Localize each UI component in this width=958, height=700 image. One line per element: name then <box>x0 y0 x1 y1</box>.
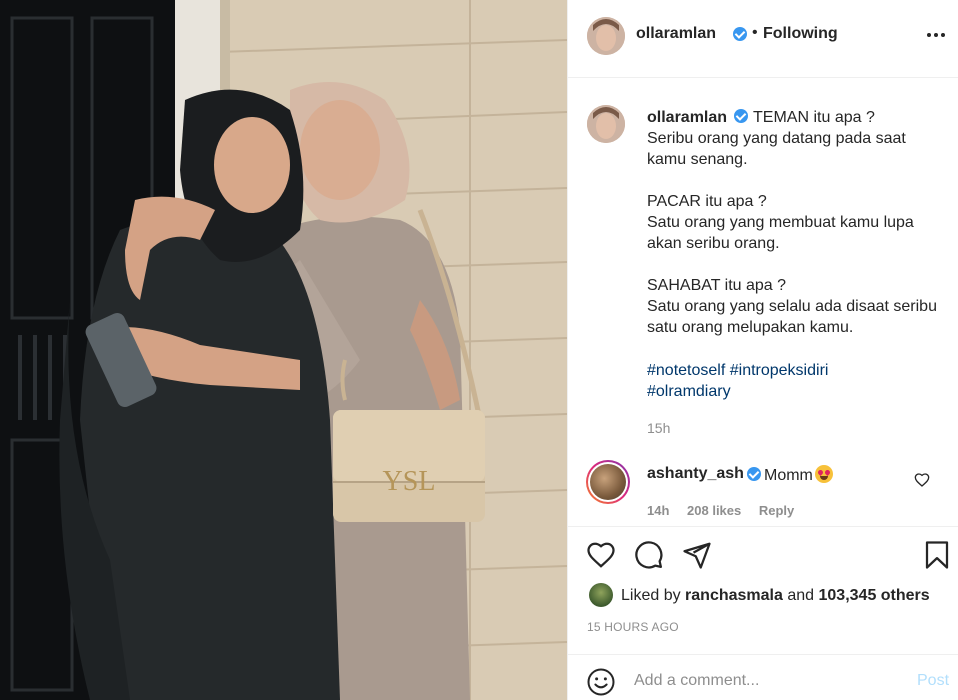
likes-conjunction: and <box>787 587 815 604</box>
avatar-image <box>587 17 625 55</box>
commenter-username[interactable]: ashanty_ash <box>647 465 744 483</box>
post-panel: ollaramlan • Following ollaramlan TEMAN i… <box>567 0 958 700</box>
post-photo[interactable]: YSL <box>0 0 567 700</box>
post-comment-button[interactable]: Post <box>917 672 949 690</box>
caption-avatar[interactable] <box>587 105 625 143</box>
caption-username[interactable]: ollaramlan <box>647 109 727 126</box>
comment-item: ashanty_ash Momm 14h 208 likes Reply <box>568 455 958 525</box>
caption-body: TEMAN itu apa ? Seribu orang yang datang… <box>647 109 937 336</box>
hashtag-link[interactable]: #intropeksidiri <box>730 362 829 379</box>
likes-others[interactable]: 103,345 others <box>819 587 930 604</box>
caption-text: ollaramlan TEMAN itu apa ? Seribu orang y… <box>647 107 947 338</box>
bookmark-icon[interactable] <box>922 540 952 570</box>
add-comment-bar: Post <box>568 654 958 700</box>
hashtag-link[interactable]: #notetoself <box>647 362 725 379</box>
heart-eyes-emoji-icon <box>814 465 833 483</box>
comment-like-heart-icon[interactable] <box>914 472 930 488</box>
action-bar <box>568 526 958 586</box>
comment-likes[interactable]: 208 likes <box>687 503 741 518</box>
likes-text: Liked by ranchasmala and 103,345 others <box>621 587 930 605</box>
liker-username[interactable]: ranchasmala <box>685 587 783 604</box>
verified-badge-icon <box>747 467 761 481</box>
separator-dot: • <box>752 24 758 41</box>
caption-hashtags: #notetoself #intropeksidiri #olramdiary <box>647 360 947 402</box>
svg-text:YSL: YSL <box>383 466 436 497</box>
smiley-icon[interactable] <box>586 667 616 697</box>
comment-body: Momm <box>764 467 813 484</box>
comment-icon[interactable] <box>634 540 664 570</box>
following-button[interactable]: Following <box>763 25 838 43</box>
commenter-avatar[interactable] <box>586 460 630 504</box>
caption-time[interactable]: 15h <box>647 420 670 436</box>
post-image: YSL <box>0 0 567 700</box>
liker-avatar[interactable] <box>589 583 613 607</box>
reply-button[interactable]: Reply <box>759 503 794 518</box>
hashtag-link[interactable]: #olramdiary <box>647 383 731 400</box>
comment-text: Momm <box>764 465 833 485</box>
more-options-icon[interactable] <box>925 24 947 46</box>
post-header: ollaramlan • Following <box>568 0 958 78</box>
share-icon[interactable] <box>682 540 712 570</box>
post-timestamp[interactable]: 15 HOURS AGO <box>587 620 679 634</box>
likes-summary: Liked by ranchasmala and 103,345 others <box>568 578 958 612</box>
avatar-image <box>587 105 625 143</box>
comment-time[interactable]: 14h <box>647 503 669 518</box>
heart-icon[interactable] <box>586 540 616 570</box>
author-avatar[interactable] <box>587 17 625 55</box>
likes-prefix: Liked by <box>621 587 681 604</box>
author-username[interactable]: ollaramlan <box>636 25 716 43</box>
verified-badge-icon <box>734 109 749 123</box>
avatar-image <box>590 464 626 500</box>
post-caption: ollaramlan TEMAN itu apa ? Seribu orang y… <box>568 78 958 453</box>
comment-input[interactable] <box>634 669 904 693</box>
verified-badge-icon <box>733 27 747 41</box>
comment-meta: 14h 208 likes Reply <box>647 503 808 518</box>
